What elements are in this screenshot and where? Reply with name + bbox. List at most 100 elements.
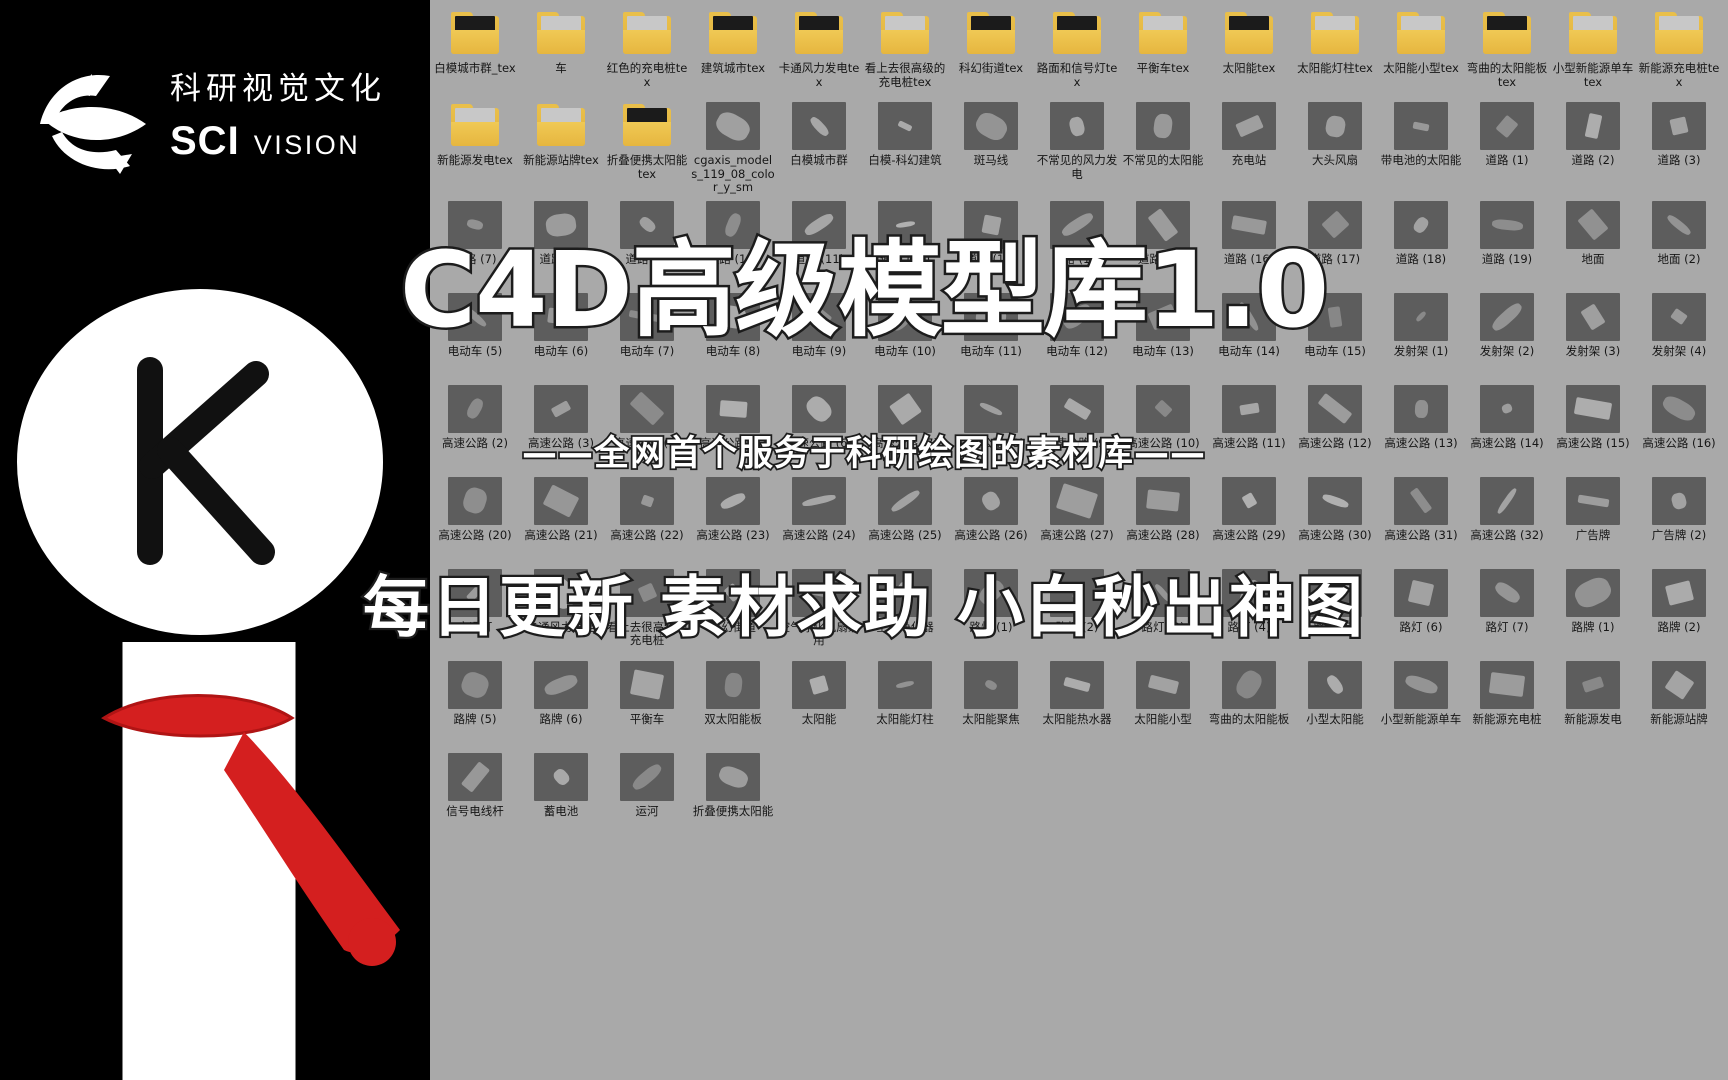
desktop-item[interactable]: 带电池的太阳能 <box>1378 96 1464 195</box>
desktop-item[interactable]: 高速公路 (32) <box>1464 471 1550 563</box>
desktop-item[interactable]: 平衡车 <box>604 655 690 747</box>
desktop-item[interactable]: 高速公路 (28) <box>1120 471 1206 563</box>
desktop-item-label: 小型新能源单车tex <box>1552 61 1634 89</box>
desktop-item[interactable]: 太阳能tex <box>1206 4 1292 96</box>
desktop-item-label: 太阳能聚焦 <box>962 711 1020 726</box>
desktop-item[interactable]: 建筑城市tex <box>690 4 776 96</box>
desktop-item-label: 路牌 (5) <box>453 711 497 726</box>
desktop-item[interactable]: 信号电线杆 <box>432 747 518 839</box>
desktop-item-label: 折叠便携太阳能tex <box>606 153 688 181</box>
model-thumbnail-icon <box>1136 384 1190 433</box>
desktop-item[interactable]: 双太阳能板 <box>690 655 776 747</box>
desktop-item[interactable]: 不常见的太阳能 <box>1120 96 1206 195</box>
desktop-item[interactable]: 弯曲的太阳能板 <box>1206 655 1292 747</box>
model-thumbnail-icon <box>1222 660 1276 709</box>
desktop-item[interactable]: 太阳能小型tex <box>1378 4 1464 96</box>
desktop-item[interactable]: 高速公路 (22) <box>604 471 690 563</box>
desktop-item[interactable]: 高速公路 (31) <box>1378 471 1464 563</box>
desktop-item[interactable]: 新能源发电 <box>1550 655 1636 747</box>
model-thumbnail-icon <box>964 384 1018 433</box>
model-thumbnail-icon <box>1652 476 1706 525</box>
file-explorer-desktop[interactable]: 白模城市群_tex 车 红色的充电桩tex 建筑城市tex 卡通风力发电tex 看上去很高… <box>430 0 1728 1080</box>
desktop-item[interactable]: 新能源充电桩tex <box>1636 4 1722 96</box>
desktop-item[interactable]: 高速公路 (29) <box>1206 471 1292 563</box>
desktop-item[interactable]: 高速公路 (24) <box>776 471 862 563</box>
desktop-item[interactable]: 太阳能聚焦 <box>948 655 1034 747</box>
desktop-item[interactable]: 小型太阳能 <box>1292 655 1378 747</box>
desktop-item-label: 高速公路 (26) <box>954 527 1028 542</box>
model-thumbnail-icon <box>792 660 846 709</box>
desktop-item[interactable]: 高速公路 (25) <box>862 471 948 563</box>
model-thumbnail-icon <box>878 660 932 709</box>
desktop-item[interactable]: 太阳能 <box>776 655 862 747</box>
desktop-item-label: 弯曲的太阳能板tex <box>1466 61 1548 89</box>
model-thumbnail-icon <box>1222 476 1276 525</box>
desktop-item[interactable]: 太阳能灯柱 <box>862 655 948 747</box>
desktop-item[interactable]: 弯曲的太阳能板tex <box>1464 4 1550 96</box>
desktop-item[interactable]: 看上去很高级的充电桩tex <box>862 4 948 96</box>
desktop-item[interactable]: 道路 (1) <box>1464 96 1550 195</box>
desktop-item[interactable]: 平衡车tex <box>1120 4 1206 96</box>
desktop-item[interactable]: 高速公路 (23) <box>690 471 776 563</box>
desktop-item[interactable]: 大头风扇 <box>1292 96 1378 195</box>
desktop-item-label: 发射架 (3) <box>1565 343 1621 358</box>
desktop-item-label: 平衡车 <box>629 711 665 726</box>
desktop-item[interactable]: 蓄电池 <box>518 747 604 839</box>
desktop-item[interactable]: 科幻街道tex <box>948 4 1034 96</box>
desktop-item-label: 高速公路 (29) <box>1212 527 1286 542</box>
desktop-item[interactable]: 路牌 (6) <box>518 655 604 747</box>
model-thumbnail-icon <box>448 384 502 433</box>
desktop-item-label: 高速公路 (27) <box>1040 527 1114 542</box>
desktop-item[interactable]: 折叠便携太阳能tex <box>604 96 690 195</box>
desktop-item[interactable]: 运河 <box>604 747 690 839</box>
desktop-item[interactable]: 新能源站牌tex <box>518 96 604 195</box>
folder-icon <box>1394 10 1448 58</box>
desktop-item-label: 广告牌 (2) <box>1651 527 1707 542</box>
desktop-item[interactable]: 高速公路 (27) <box>1034 471 1120 563</box>
desktop-item[interactable]: 白模城市群 <box>776 96 862 195</box>
desktop-item-label: 弯曲的太阳能板 <box>1208 711 1290 726</box>
desktop-item[interactable]: 道路 (3) <box>1636 96 1722 195</box>
desktop-item[interactable]: 不常见的风力发电 <box>1034 96 1120 195</box>
desktop-item[interactable]: 充电站 <box>1206 96 1292 195</box>
model-thumbnail-icon <box>1566 102 1620 150</box>
desktop-item-label: cgaxis_models_119_08_color_y_sm <box>691 153 775 194</box>
model-thumbnail-icon <box>1050 476 1104 525</box>
desktop-item[interactable]: 小型新能源单车tex <box>1550 4 1636 96</box>
desktop-item[interactable]: 道路 (2) <box>1550 96 1636 195</box>
model-thumbnail-icon <box>792 102 846 150</box>
desktop-item[interactable]: 白模城市群_tex <box>432 4 518 96</box>
desktop-item[interactable]: 新能源充电桩 <box>1464 655 1550 747</box>
desktop-item[interactable]: 高速公路 (26) <box>948 471 1034 563</box>
desktop-item[interactable]: 太阳能热水器 <box>1034 655 1120 747</box>
desktop-item[interactable]: 路牌 (5) <box>432 655 518 747</box>
desktop-item[interactable]: 太阳能小型 <box>1120 655 1206 747</box>
desktop-item[interactable]: 红色的充电桩tex <box>604 4 690 96</box>
model-thumbnail-icon <box>1394 476 1448 525</box>
desktop-item-label: 折叠便携太阳能 <box>692 803 774 818</box>
desktop-item-label: 太阳能灯柱 <box>876 711 934 726</box>
page-title: C4D高级模型库1.0 <box>0 236 1728 345</box>
desktop-item[interactable]: 小型新能源单车 <box>1378 655 1464 747</box>
folder-icon <box>448 10 502 58</box>
desktop-item[interactable]: 高速公路 (21) <box>518 471 604 563</box>
desktop-item[interactable]: 路面和信号灯tex <box>1034 4 1120 96</box>
desktop-item[interactable]: 高速公路 (30) <box>1292 471 1378 563</box>
desktop-item[interactable]: 新能源站牌 <box>1636 655 1722 747</box>
desktop-item[interactable]: 太阳能灯柱tex <box>1292 4 1378 96</box>
desktop-item[interactable]: 白模-科幻建筑 <box>862 96 948 195</box>
desktop-item-label: 卡通风力发电tex <box>778 61 860 89</box>
desktop-item[interactable]: cgaxis_models_119_08_color_y_sm <box>690 96 776 195</box>
desktop-item-label: 斑马线 <box>973 153 1009 167</box>
desktop-item[interactable]: 折叠便携太阳能 <box>690 747 776 839</box>
desktop-item[interactable]: 广告牌 <box>1550 471 1636 563</box>
desktop-item-label: 太阳能 <box>801 711 837 726</box>
desktop-item[interactable]: 车 <box>518 4 604 96</box>
desktop-item[interactable]: 斑马线 <box>948 96 1034 195</box>
desktop-item-label: 带电池的太阳能 <box>1380 153 1462 167</box>
desktop-item[interactable]: 卡通风力发电tex <box>776 4 862 96</box>
desktop-item[interactable]: 广告牌 (2) <box>1636 471 1722 563</box>
desktop-item-label: 车 <box>555 61 567 75</box>
desktop-item[interactable]: 新能源发电tex <box>432 96 518 195</box>
desktop-item[interactable]: 高速公路 (20) <box>432 471 518 563</box>
